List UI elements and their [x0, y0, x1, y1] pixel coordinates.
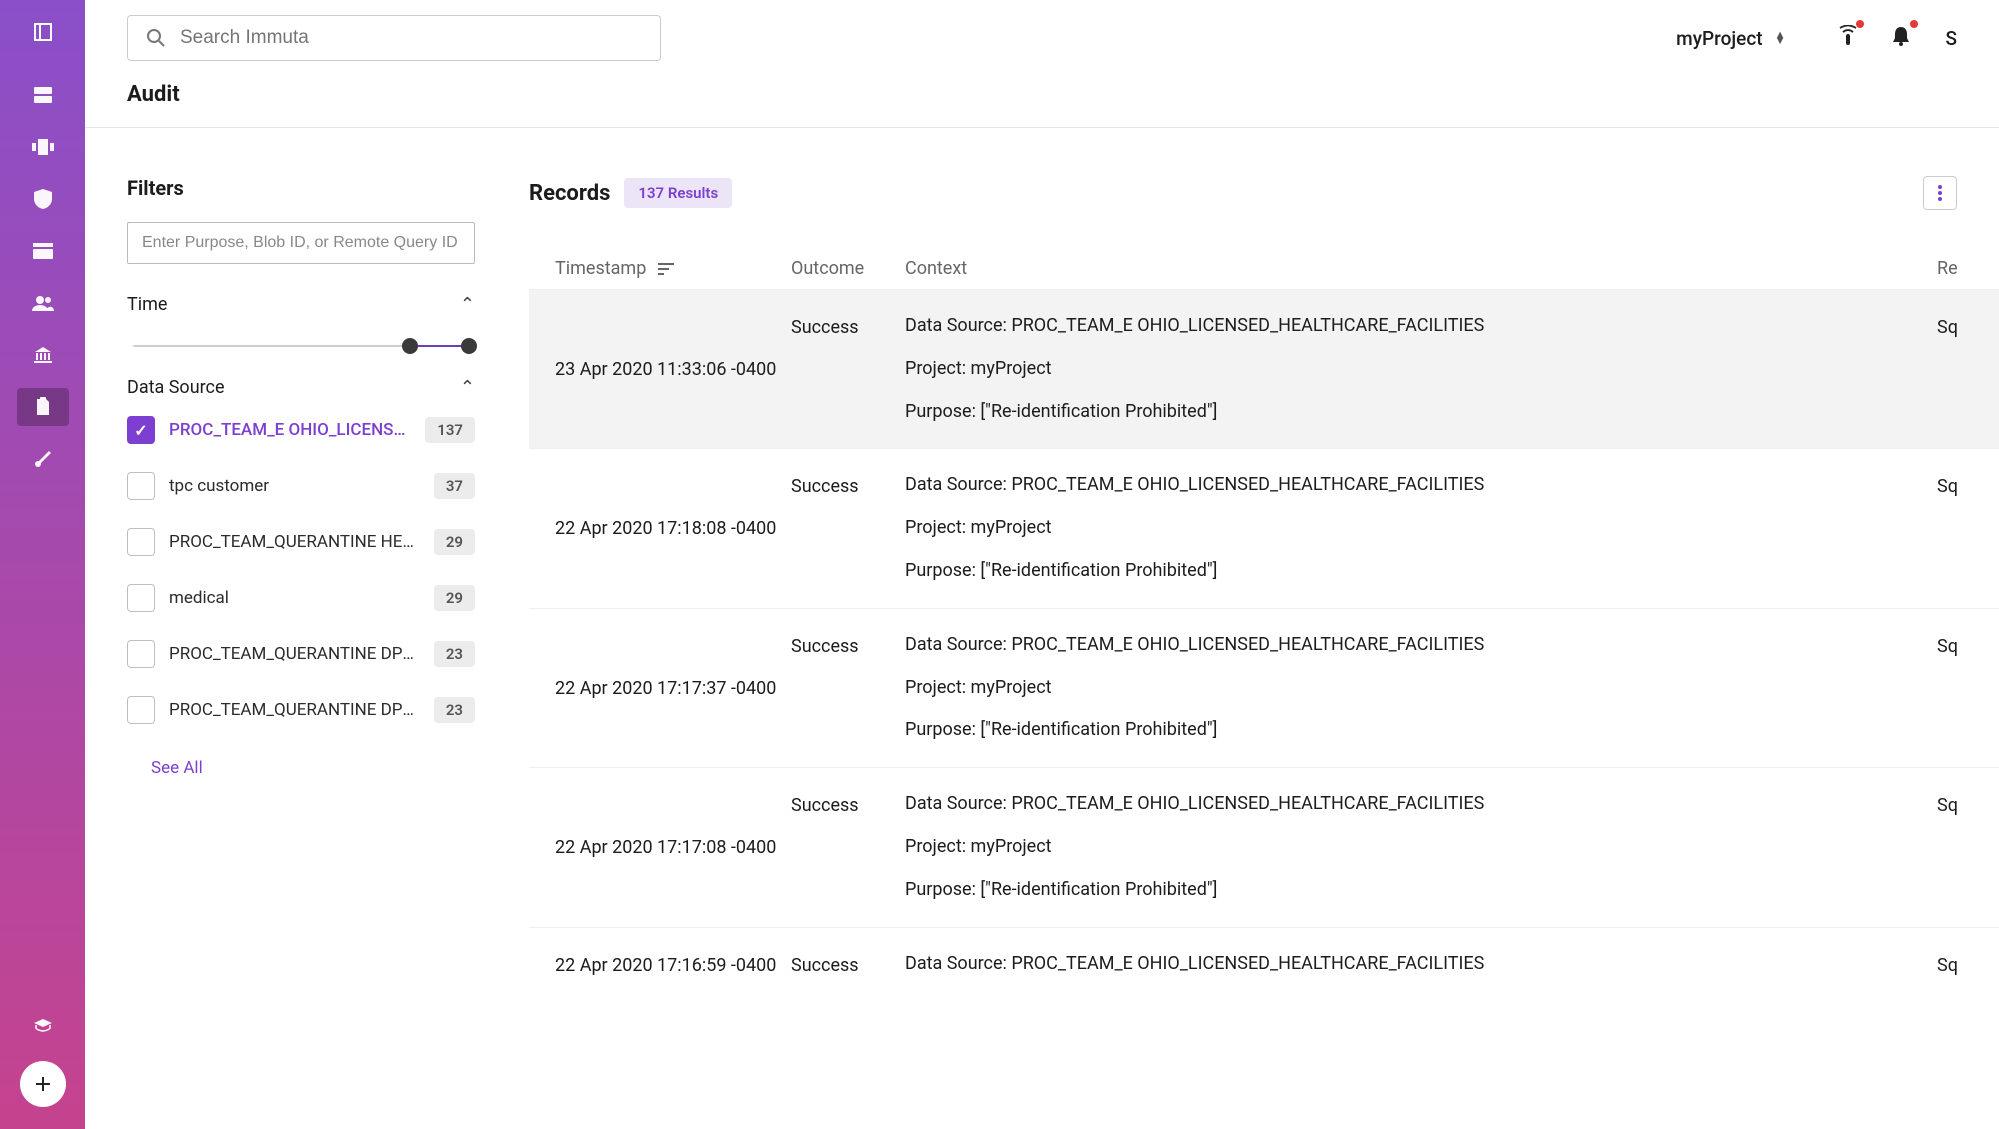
table-row[interactable]: 22 Apr 2020 17:16:59 -0400SuccessData So… [529, 927, 1999, 1003]
datasource-filter-item[interactable]: PROC_TEAM_QUERANTINE DPC_CO… 23 [127, 640, 475, 668]
avatar[interactable]: S [1945, 27, 1957, 50]
count-badge: 23 [434, 697, 475, 723]
page-title: Audit [127, 82, 1957, 107]
cell-context: Data Source: PROC_TEAM_E OHIO_LICENSED_H… [905, 631, 1937, 745]
nav-policies[interactable] [17, 180, 69, 218]
datasource-label: PROC_TEAM_QUERANTINE DPC_CO… [169, 644, 414, 664]
sidebar [0, 0, 85, 1129]
chevron-up-icon: ⌃ [460, 377, 475, 398]
table-row[interactable]: 22 Apr 2020 17:17:37 -0400SuccessData So… [529, 608, 1999, 767]
checkbox[interactable] [127, 640, 155, 668]
count-badge: 137 [425, 417, 475, 443]
time-slider[interactable] [127, 331, 475, 347]
filter-time-label: Time [127, 294, 167, 315]
nav-admin[interactable] [17, 336, 69, 374]
cell-timestamp: 22 Apr 2020 17:18:08 -0400 [555, 471, 791, 585]
cell-context: Data Source: PROC_TEAM_E OHIO_LICENSED_H… [905, 471, 1937, 585]
checkbox[interactable] [127, 584, 155, 612]
filters-panel: Filters Time ⌃ [127, 176, 493, 1129]
datasource-label: PROC_TEAM_E OHIO_LICENSED_H… [169, 420, 411, 440]
nav-people[interactable] [17, 284, 69, 322]
search-icon [146, 28, 166, 48]
topbar: myProject ▲▼ S [85, 0, 1999, 76]
cell-re: Sq [1937, 950, 1973, 981]
nav-settings[interactable] [17, 440, 69, 478]
datasource-label: PROC_TEAM_QUERANTINE HEALTH… [169, 532, 414, 552]
chevron-up-icon: ⌃ [460, 294, 475, 315]
project-name: myProject [1676, 27, 1762, 50]
more-menu-button[interactable] [1923, 176, 1957, 210]
cell-outcome: Success [791, 312, 905, 426]
results-count-badge: 137 Results [624, 178, 732, 208]
datasource-filter-item[interactable]: medical 29 [127, 584, 475, 612]
cell-outcome: Success [791, 790, 905, 904]
slider-handle-end[interactable] [461, 338, 477, 354]
checkbox[interactable] [127, 528, 155, 556]
bell-icon[interactable] [1891, 25, 1911, 51]
checkbox[interactable] [127, 696, 155, 724]
table-row[interactable]: 22 Apr 2020 17:18:08 -0400SuccessData So… [529, 448, 1999, 607]
datasource-filter-item[interactable]: PROC_TEAM_QUERANTINE HEALTH… 29 [127, 528, 475, 556]
notification-dot [1856, 20, 1864, 28]
checkbox[interactable] [127, 472, 155, 500]
cell-outcome: Success [791, 950, 905, 981]
nav-data-sources[interactable] [17, 76, 69, 114]
datasource-label: tpc customer [169, 476, 269, 496]
datasource-filter-item[interactable]: PROC_TEAM_E OHIO_LICENSED_H… 137 [127, 416, 475, 444]
updown-icon: ▲▼ [1775, 32, 1786, 44]
see-all-link[interactable]: See All [151, 758, 475, 778]
records-panel: Records 137 Results Timestamp Outcome [493, 176, 1999, 1129]
count-badge: 29 [434, 529, 475, 555]
slider-handle-start[interactable] [402, 338, 418, 354]
cell-re: Sq [1937, 631, 1973, 745]
filter-datasource-label: Data Source [127, 377, 225, 398]
cell-re: Sq [1937, 312, 1973, 426]
cell-re: Sq [1937, 471, 1973, 585]
network-icon[interactable] [1839, 25, 1857, 51]
table-header: Timestamp Outcome Context Re [529, 248, 1999, 289]
cell-timestamp: 22 Apr 2020 17:17:08 -0400 [555, 790, 791, 904]
cell-re: Sq [1937, 790, 1973, 904]
search-input[interactable] [180, 27, 642, 49]
nav-audit[interactable] [17, 388, 69, 426]
col-timestamp[interactable]: Timestamp [555, 258, 791, 279]
nav-projects[interactable] [17, 128, 69, 166]
datasource-label: PROC_TEAM_QUERANTINE DPC_CO… [169, 700, 414, 720]
table-row[interactable]: 22 Apr 2020 17:17:08 -0400SuccessData So… [529, 767, 1999, 926]
cell-outcome: Success [791, 471, 905, 585]
col-outcome[interactable]: Outcome [791, 258, 905, 279]
nav-governance[interactable] [17, 232, 69, 270]
cell-timestamp: 23 Apr 2020 11:33:06 -0400 [555, 312, 791, 426]
cell-outcome: Success [791, 631, 905, 745]
cell-timestamp: 22 Apr 2020 17:17:37 -0400 [555, 631, 791, 745]
count-badge: 29 [434, 585, 475, 611]
records-heading: Records [529, 181, 610, 206]
page-header: Audit [85, 76, 1999, 128]
checkbox[interactable] [127, 416, 155, 444]
filter-datasource-toggle[interactable]: Data Source ⌃ [127, 377, 475, 398]
cell-context: Data Source: PROC_TEAM_E OHIO_LICENSED_H… [905, 950, 1937, 981]
col-context[interactable]: Context [905, 258, 1937, 279]
filter-input[interactable] [127, 222, 475, 264]
col-re[interactable]: Re [1937, 258, 1973, 279]
cell-context: Data Source: PROC_TEAM_E OHIO_LICENSED_H… [905, 312, 1937, 426]
nav-docs[interactable] [17, 1005, 69, 1043]
filters-heading: Filters [127, 176, 475, 200]
datasource-filter-item[interactable]: PROC_TEAM_QUERANTINE DPC_CO… 23 [127, 696, 475, 724]
count-badge: 23 [434, 641, 475, 667]
logo-icon [33, 22, 53, 42]
search-box[interactable] [127, 15, 661, 61]
filter-time-toggle[interactable]: Time ⌃ [127, 294, 475, 315]
cell-timestamp: 22 Apr 2020 17:16:59 -0400 [555, 950, 791, 981]
table-row[interactable]: 23 Apr 2020 11:33:06 -0400SuccessData So… [529, 289, 1999, 448]
project-switcher[interactable]: myProject ▲▼ [1676, 27, 1785, 50]
cell-context: Data Source: PROC_TEAM_E OHIO_LICENSED_H… [905, 790, 1937, 904]
fab-add-button[interactable] [20, 1061, 66, 1107]
count-badge: 37 [434, 473, 475, 499]
notification-dot [1910, 20, 1918, 28]
datasource-filter-item[interactable]: tpc customer 37 [127, 472, 475, 500]
sort-icon [658, 263, 674, 275]
datasource-label: medical [169, 588, 229, 608]
